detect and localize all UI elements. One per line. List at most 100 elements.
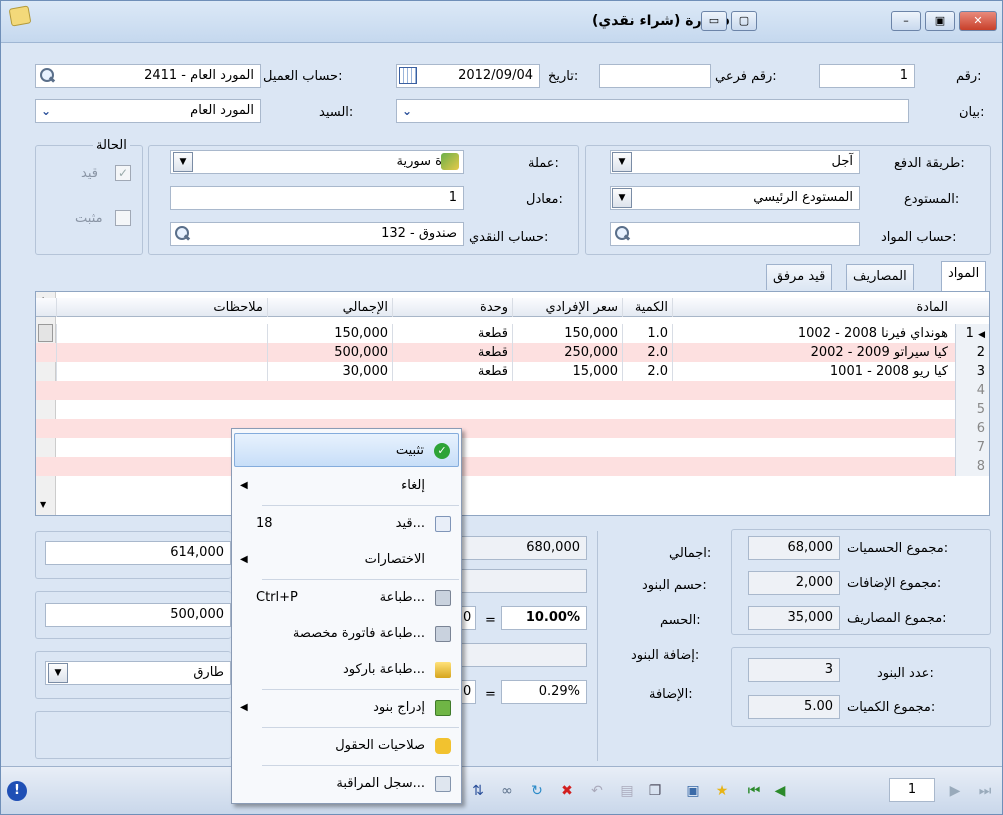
tab-expenses[interactable]: المصاريف <box>846 264 914 290</box>
col-unit[interactable]: وحدة <box>392 298 512 317</box>
table-row[interactable]: 2002 - كيا سيراتو 2009 2.0 250,000 قطعة … <box>36 343 989 362</box>
cell-unit[interactable]: قطعة <box>392 343 512 362</box>
cell-total[interactable]: 30,000 <box>267 362 392 381</box>
table-row[interactable]: 4 <box>36 381 989 400</box>
discount-pct-field[interactable]: 10.00% <box>501 606 587 630</box>
addition-pct-field[interactable]: 0.29% <box>501 680 587 704</box>
sort-icon[interactable]: ⇅ <box>469 782 487 800</box>
col-notes[interactable]: ملاحظات <box>56 298 267 317</box>
date-field[interactable]: 2012/09/04 <box>396 64 540 88</box>
subnumber-field[interactable] <box>599 64 711 88</box>
cell-item[interactable]: 2002 - كيا سيراتو 2009 <box>672 343 952 362</box>
table-row[interactable]: 6 <box>36 419 989 438</box>
title-bar: فاتورة (شراء نقدي) ▭ ▢ ✕ ▣ – <box>1 1 1002 43</box>
cell-item[interactable]: 1001 - كيا ريو 2008 <box>672 362 952 381</box>
search-icon[interactable] <box>38 67 56 85</box>
menu-item-post[interactable]: ✓ تثبيت <box>234 433 459 467</box>
menu-item-shortcuts[interactable]: ◀ الاختصارات <box>234 543 459 577</box>
refresh-icon[interactable]: ↻ <box>528 782 546 800</box>
qty-total-value: 5.00 <box>748 695 840 719</box>
cell-qty[interactable]: 2.0 <box>622 362 672 381</box>
delete-icon[interactable]: ✖ <box>558 782 576 800</box>
search-icon[interactable] <box>613 225 631 243</box>
cash-account-field[interactable]: 132 - صندوق <box>170 222 464 246</box>
carrier-select[interactable]: طارق <box>45 661 231 685</box>
col-item[interactable]: المادة <box>672 298 952 317</box>
cell-total[interactable]: 500,000 <box>267 343 392 362</box>
last-record-icon[interactable]: ⏭ <box>976 782 994 800</box>
paid-value[interactable]: 500,000 <box>45 603 231 627</box>
cell-price[interactable]: 250,000 <box>512 343 622 362</box>
tab-materials[interactable]: المواد <box>941 261 987 291</box>
cell-price[interactable]: 15,000 <box>512 362 622 381</box>
customer-field[interactable]: 2411 - المورد العام <box>35 64 261 88</box>
dropdown-arrow-icon[interactable]: ▼ <box>612 188 632 208</box>
table-row[interactable]: 1001 - كيا ريو 2008 2.0 15,000 قطعة 30,0… <box>36 362 989 381</box>
dropdown-arrow-icon[interactable]: ▼ <box>48 663 68 683</box>
first-record-icon[interactable]: ⏮ <box>745 782 763 800</box>
minimize-button[interactable]: ▭ <box>701 11 727 31</box>
copy-icon[interactable]: ❐ <box>646 782 664 800</box>
menu-item-audit-log[interactable]: سجل المراقبة... <box>234 767 459 801</box>
cell-notes[interactable] <box>56 324 267 343</box>
cell-item[interactable]: 1002 - هونداي فيرنا 2008 <box>672 324 952 343</box>
payment-label: طريقة الدفع: <box>894 156 965 171</box>
cell-total[interactable]: 150,000 <box>267 324 392 343</box>
save-icon[interactable]: ▣ <box>684 782 702 800</box>
mr-field[interactable]: المورد العام <box>35 99 261 123</box>
currency-select[interactable]: ليرة سورية <box>170 150 464 174</box>
info-icon[interactable]: ! <box>7 781 27 801</box>
paste-icon[interactable]: ▤ <box>618 782 636 800</box>
close-button[interactable]: ✕ <box>959 11 997 31</box>
minimize-right-button[interactable]: – <box>891 11 921 31</box>
status-posted-checkbox[interactable] <box>115 210 131 226</box>
cell-qty[interactable]: 1.0 <box>622 324 672 343</box>
payment-select[interactable]: آجل <box>610 150 860 174</box>
materials-account-field[interactable] <box>610 222 860 246</box>
statement-field[interactable] <box>396 99 909 123</box>
table-row[interactable]: 5 <box>36 400 989 419</box>
view-icon[interactable]: ∞ <box>498 782 516 800</box>
row-number: 7 <box>955 438 989 457</box>
tab-attached-entry[interactable]: قيد مرفق <box>766 264 833 290</box>
cell-unit[interactable]: قطعة <box>392 362 512 381</box>
calendar-icon[interactable] <box>399 67 417 84</box>
warehouse-select[interactable]: المستودع الرئيسي <box>610 186 860 210</box>
table-row[interactable]: 8 <box>36 457 989 476</box>
dropdown-arrow-icon[interactable]: ▼ <box>173 152 193 172</box>
col-price[interactable]: سعر الإفرادي <box>512 298 622 317</box>
col-qty[interactable]: الكمية <box>622 298 672 317</box>
chevron-down-icon[interactable]: ⌄ <box>38 103 54 119</box>
search-icon[interactable] <box>173 225 191 243</box>
table-row[interactable]: 1002 - هونداي فيرنا 2008 1.0 150,000 قطع… <box>36 324 989 343</box>
menu-item-entry[interactable]: 18 قيد... <box>234 507 459 541</box>
cell-price[interactable]: 150,000 <box>512 324 622 343</box>
status-entry-checkbox[interactable]: ✓ <box>115 165 131 181</box>
chevron-down-icon[interactable]: ⌄ <box>399 103 415 119</box>
menu-item-field-permissions[interactable]: صلاحيات الحقول <box>234 729 459 763</box>
table-row[interactable]: 7 <box>36 438 989 457</box>
menu-item-print[interactable]: Ctrl+P طباعة... <box>234 581 459 615</box>
maximize-button[interactable]: ▢ <box>731 11 757 31</box>
record-number-field[interactable]: 1 <box>889 778 935 802</box>
menu-item-insert-items[interactable]: ◀ إدراج بنود <box>234 691 459 725</box>
dropdown-arrow-icon[interactable]: ▼ <box>612 152 632 172</box>
menu-item-print-custom[interactable]: طباعة فاتورة مخصصة... <box>234 617 459 651</box>
star-icon[interactable]: ★ <box>713 782 731 800</box>
col-total[interactable]: الإجمالي <box>267 298 392 317</box>
scroll-down-icon[interactable]: ▼ <box>40 500 46 509</box>
cell-notes[interactable] <box>56 343 267 362</box>
date-value: 2012/09/04 <box>458 68 533 83</box>
rate-field[interactable]: 1 <box>170 186 464 210</box>
prev-record-icon[interactable]: ◀ <box>771 782 789 800</box>
next-record-icon[interactable]: ▶ <box>946 782 964 800</box>
undo-icon[interactable]: ↶ <box>588 782 606 800</box>
cell-unit[interactable]: قطعة <box>392 324 512 343</box>
restore-button[interactable]: ▣ <box>925 11 955 31</box>
menu-item-print-barcode[interactable]: طباعة باركود... <box>234 653 459 687</box>
number-field[interactable]: 1 <box>819 64 915 88</box>
cell-qty[interactable]: 2.0 <box>622 343 672 362</box>
cell-notes[interactable] <box>56 362 267 381</box>
submenu-arrow-icon: ◀ <box>240 554 248 565</box>
menu-item-cancel[interactable]: ◀ إلغاء <box>234 469 459 503</box>
